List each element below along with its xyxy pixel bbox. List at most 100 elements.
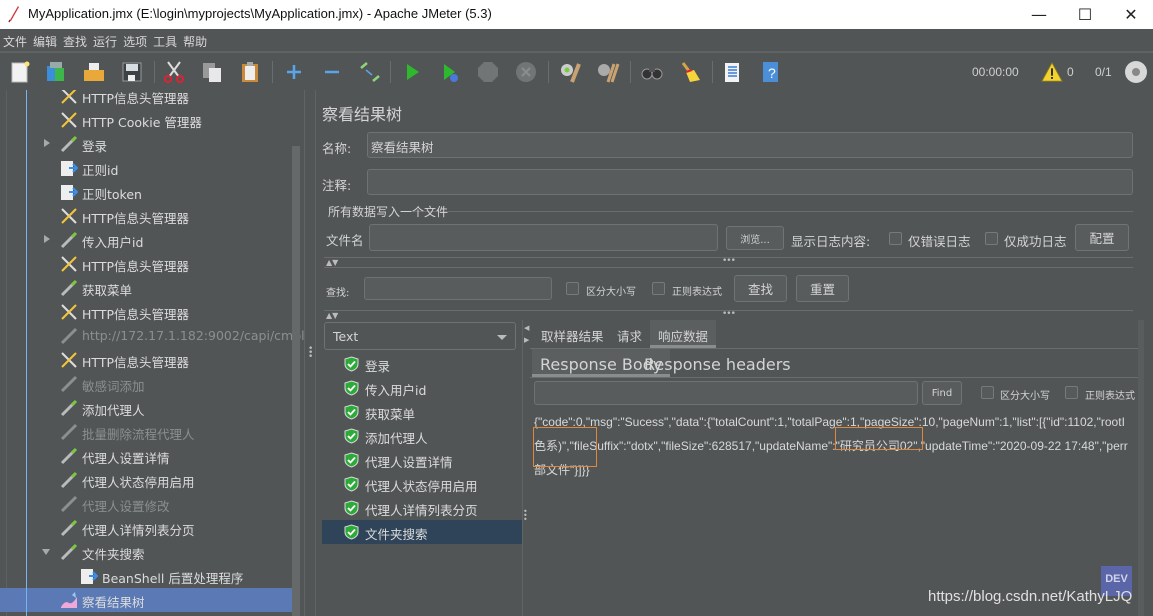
response-case-checkbox[interactable]: [981, 386, 994, 399]
save-icon[interactable]: [120, 60, 144, 84]
browse-button[interactable]: 浏览...: [726, 226, 784, 250]
start-no-pauses-icon[interactable]: [438, 60, 462, 84]
tree-node[interactable]: HTTP信息头管理器: [0, 300, 292, 324]
copy-icon[interactable]: [200, 60, 224, 84]
tree-node[interactable]: HTTP信息头管理器: [0, 90, 292, 108]
result-list-item[interactable]: 文件夹搜索: [322, 520, 522, 544]
stop-icon[interactable]: [476, 60, 500, 84]
tree-node[interactable]: BeanShell 后置处理程序: [0, 564, 292, 588]
close-button[interactable]: ✕: [1108, 0, 1153, 29]
collapse-left-icon[interactable]: ◀: [524, 324, 529, 332]
response-find-input[interactable]: [534, 381, 918, 405]
tree-node[interactable]: 批量删除流程代理人: [0, 420, 292, 444]
warning-count: 0: [1067, 65, 1074, 79]
tree-node[interactable]: 察看结果树: [0, 588, 292, 612]
menu-search[interactable]: 查找: [60, 29, 90, 50]
split-pane-divider[interactable]: • • •: [304, 90, 316, 616]
remote-status-icon[interactable]: [1124, 60, 1148, 84]
tree-node[interactable]: HTTP信息头管理器: [0, 204, 292, 228]
paste-icon[interactable]: [238, 60, 262, 84]
expand-icon[interactable]: [282, 60, 306, 84]
collapse-right-icon[interactable]: ▶: [524, 336, 529, 344]
collapsed-arrow-icon[interactable]: [44, 139, 50, 147]
response-find-button[interactable]: Find: [922, 381, 962, 405]
tree-node[interactable]: 敏感词添加: [0, 372, 292, 396]
regex-checkbox[interactable]: [652, 282, 665, 295]
result-list-item[interactable]: 传入用户id: [322, 376, 522, 400]
tree-node[interactable]: HTTP Cookie 管理器: [0, 108, 292, 132]
search-input[interactable]: [364, 277, 552, 300]
success-only-checkbox[interactable]: [985, 232, 998, 245]
response-body[interactable]: {"code":0,"msg":"Sucess","data":{"totalC…: [534, 410, 1134, 482]
templates-icon[interactable]: [44, 60, 68, 84]
cut-icon[interactable]: [162, 60, 186, 84]
name-input[interactable]: 察看结果树: [367, 132, 1133, 158]
menu-run[interactable]: 运行: [90, 29, 120, 50]
clear-icon[interactable]: [558, 60, 582, 84]
tree-node[interactable]: 添加代理人: [0, 396, 292, 420]
tab-sampler-result[interactable]: 取样器结果: [533, 320, 612, 348]
help-icon[interactable]: ?: [758, 60, 782, 84]
result-list-item[interactable]: 添加代理人: [322, 424, 522, 448]
tree-node[interactable]: 获取菜单: [0, 276, 292, 300]
tree-node[interactable]: 文件夹搜索: [0, 540, 292, 564]
filename-input[interactable]: [369, 224, 718, 251]
errors-only-checkbox[interactable]: [889, 232, 902, 245]
tree-node[interactable]: http://172.17.1.182:9002/capi/cmpl/ser: [0, 324, 304, 348]
reset-search-icon[interactable]: [678, 60, 702, 84]
start-icon[interactable]: [400, 60, 424, 84]
tree-node[interactable]: 代理人设置详情: [0, 444, 292, 468]
collapsed-arrow-icon[interactable]: [44, 235, 50, 243]
splitter-arrows-icon[interactable]: ▲▼: [326, 311, 338, 320]
reset-button[interactable]: 重置: [796, 275, 849, 302]
renderer-select[interactable]: Text: [324, 322, 516, 350]
tree-node[interactable]: 代理人状态停用启用: [0, 468, 292, 492]
tab-response-data[interactable]: 响应数据: [650, 320, 717, 348]
new-icon[interactable]: [8, 60, 32, 84]
tree-scrollbar[interactable]: [292, 146, 300, 616]
response-scrollbar[interactable]: [1138, 320, 1144, 616]
search-icon[interactable]: [640, 60, 664, 84]
toggle-icon[interactable]: [358, 60, 382, 84]
menu-file[interactable]: 文件: [0, 29, 30, 50]
result-list-item[interactable]: 获取菜单: [322, 400, 522, 424]
result-list-item[interactable]: 代理人设置详情: [322, 448, 522, 472]
splitter-handle[interactable]: •••: [722, 309, 736, 319]
tree-node[interactable]: 传入用户id: [0, 228, 292, 252]
tab-response-headers[interactable]: Response headers: [636, 349, 799, 377]
menu-tools[interactable]: 工具: [150, 29, 180, 50]
comment-input[interactable]: [367, 169, 1133, 195]
tree-node[interactable]: 代理人详情列表分页: [0, 516, 292, 540]
result-list-item[interactable]: 代理人详情列表分页: [322, 496, 522, 520]
clear-all-icon[interactable]: [596, 60, 620, 84]
response-regex-checkbox[interactable]: [1065, 386, 1078, 399]
case-sensitive-checkbox[interactable]: [566, 282, 579, 295]
collapse-icon[interactable]: [320, 60, 344, 84]
tree-node[interactable]: 正则id: [0, 156, 292, 180]
result-list-item[interactable]: 代理人状态停用启用: [322, 472, 522, 496]
minimize-button[interactable]: —: [1016, 0, 1062, 29]
results-split-divider[interactable]: ◀ ▶ • • •: [522, 320, 529, 616]
menu-edit[interactable]: 编辑: [30, 29, 60, 50]
tree-node[interactable]: 登录: [0, 132, 292, 156]
tree-node[interactable]: 正则token: [0, 180, 292, 204]
open-icon[interactable]: [82, 60, 106, 84]
tree-node[interactable]: HTTP信息头管理器: [0, 252, 292, 276]
toolbar: ? 00:00:00 0 0/1: [0, 52, 1153, 90]
function-helper-icon[interactable]: [720, 60, 744, 84]
splitter-handle[interactable]: •••: [722, 256, 736, 266]
expanded-arrow-icon[interactable]: [42, 549, 50, 555]
configure-button[interactable]: 配置: [1075, 224, 1129, 251]
warning-icon[interactable]: [1041, 61, 1063, 83]
menu-help[interactable]: 帮助: [180, 29, 210, 50]
tree-node[interactable]: HTTP信息头管理器: [0, 348, 292, 372]
wrench-icon: [60, 303, 78, 321]
tree-node[interactable]: 代理人设置修改: [0, 492, 292, 516]
maximize-button[interactable]: ☐: [1062, 0, 1108, 29]
menu-options[interactable]: 选项: [120, 29, 150, 50]
find-button[interactable]: 查找: [734, 275, 787, 302]
result-list-item[interactable]: 登录: [322, 352, 522, 376]
splitter-arrows-icon[interactable]: ▲▼: [326, 258, 338, 267]
shutdown-icon[interactable]: [514, 60, 538, 84]
tab-request[interactable]: 请求: [609, 320, 650, 348]
